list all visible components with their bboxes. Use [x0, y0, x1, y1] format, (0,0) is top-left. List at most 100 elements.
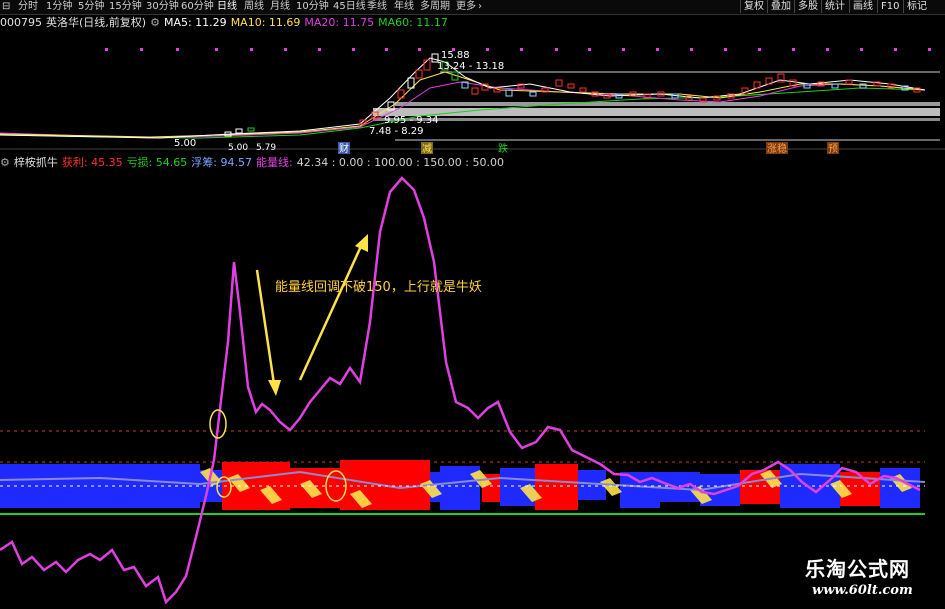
signal-dot — [588, 48, 591, 51]
tab-60min[interactable]: 60分钟 — [181, 0, 214, 13]
mid-price-label: 9.95 - 9.34 — [384, 115, 439, 126]
chevron-right-icon[interactable]: › — [478, 0, 482, 13]
tab-fenshi[interactable]: 分时 — [18, 0, 38, 13]
profit-value: 获利: 45.35 — [61, 156, 123, 169]
tab-multi-period[interactable]: 多周期 — [420, 0, 450, 13]
event-marker[interactable]: 减 — [422, 143, 432, 154]
signal-dot — [690, 48, 693, 51]
candle — [529, 91, 537, 97]
signal-dot — [656, 48, 659, 51]
low-price-label: 5.00 — [174, 138, 196, 149]
candle — [235, 128, 243, 134]
signal-dot — [176, 48, 179, 51]
float-value: 浮筹: 94.57 — [191, 156, 252, 169]
signal-dot — [622, 48, 625, 51]
tab-monthly[interactable]: 月线 — [270, 0, 290, 13]
loss-value: 亏损: 54.65 — [126, 156, 188, 169]
price-chart-panel: 15.88 13.24 - 13.18 9.95 - 9.34 7.48 - 8… — [0, 48, 945, 154]
candle — [471, 87, 479, 95]
energy-values: 42.34 : 0.00 : 100.00 : 150.00 : 50.00 — [296, 156, 504, 169]
multi-stock-button[interactable]: 多股 — [794, 0, 821, 13]
signal-dot — [894, 48, 897, 51]
signal-dot — [385, 48, 388, 51]
mark-button[interactable]: 标记 — [903, 0, 930, 13]
signal-dot — [520, 48, 523, 51]
signal-dot — [724, 48, 727, 51]
tab-10min[interactable]: 10分钟 — [296, 0, 329, 13]
signal-dot — [140, 48, 143, 51]
candle — [505, 89, 513, 97]
candle — [247, 127, 255, 132]
candle — [567, 83, 575, 89]
period-toolbar: ⊟ 分时 1分钟 5分钟 15分钟 30分钟 60分钟 日线 周线 月线 10分… — [0, 0, 945, 15]
low-price-label: 5.79 — [256, 143, 276, 153]
stock-code: 000795 — [0, 16, 42, 29]
event-marker[interactable]: 预 — [828, 143, 838, 154]
up-arrow-line — [298, 243, 364, 381]
candle — [555, 79, 563, 87]
indicator-settings-icon[interactable]: ⚙ — [0, 156, 10, 169]
ma5-value: MA5: 11.29 — [163, 16, 227, 29]
tab-15min[interactable]: 15分钟 — [109, 0, 142, 13]
indicator-name[interactable]: 梓桉抓牛 — [14, 156, 58, 169]
low-price-label: 5.00 — [228, 143, 248, 153]
chip-band — [373, 118, 940, 121]
signal-dot — [486, 48, 489, 51]
overlay-button[interactable]: 叠加 — [767, 0, 794, 13]
signal-dot — [758, 48, 761, 51]
low-range-label: 7.48 - 8.29 — [369, 126, 424, 137]
watermark-title: 乐淘公式网 — [805, 557, 910, 581]
statistics-button[interactable]: 统计 — [821, 0, 848, 13]
watermark-url: www.60lt.com — [812, 583, 913, 598]
settings-icon[interactable]: ⚙ — [150, 16, 160, 29]
fuquan-button[interactable]: 复权 — [740, 0, 767, 13]
arrow-head-icon — [268, 380, 281, 396]
candle — [415, 69, 423, 79]
tab-weekly[interactable]: 周线 — [244, 0, 264, 13]
high-price-label: 15.88 — [441, 50, 470, 61]
ma20-value: MA20: 11.75 — [304, 16, 375, 29]
ma10-value: MA10: 11.69 — [230, 16, 301, 29]
draw-line-button[interactable]: 画线 — [849, 0, 876, 13]
indicator-header: ⚙ 梓桉抓牛 获利: 45.35 亏损: 54.65 浮筹: 94.57 能量线: 42.3… — [0, 155, 945, 171]
event-marker[interactable]: 财 — [339, 142, 349, 154]
energy-label: 能量线: — [255, 156, 293, 169]
signal-dot — [860, 48, 863, 51]
indicator-panel: 能量线回调不破150，上行就是牛妖 — [0, 176, 926, 605]
signal-dot — [928, 48, 931, 51]
range-price-label: 13.24 - 13.18 — [437, 61, 504, 72]
energy-line — [0, 176, 921, 605]
signal-dot — [555, 48, 558, 51]
signal-dot — [215, 48, 218, 51]
annotation-text: 能量线回调不破150，上行就是牛妖 — [275, 280, 482, 295]
chip-band — [395, 102, 940, 106]
signal-dot — [284, 48, 287, 51]
signal-dot — [826, 48, 829, 51]
signal-dot — [250, 48, 253, 51]
f10-button[interactable]: F10 — [877, 0, 902, 13]
signal-dot — [318, 48, 321, 51]
tab-daily[interactable]: 日线 — [217, 0, 237, 13]
signal-dot — [418, 48, 421, 51]
tab-5min[interactable]: 5分钟 — [78, 0, 104, 13]
tab-45day[interactable]: 45日线 — [333, 0, 366, 13]
signal-dot — [792, 48, 795, 51]
arrow-head-icon — [355, 234, 368, 252]
event-marker[interactable]: 跌 — [498, 142, 508, 154]
stock-info-line: 000795 英洛华(日线,前复权) ⚙ MA5: 11.29 MA10: 11.69 M… — [0, 15, 945, 31]
event-marker[interactable]: 涨稳 — [767, 142, 787, 154]
tab-30min[interactable]: 30分钟 — [146, 0, 179, 13]
candle — [579, 87, 587, 93]
tab-more[interactable]: 更多 — [456, 0, 476, 13]
tab-quarterly[interactable]: 季线 — [367, 0, 387, 13]
tab-yearly[interactable]: 年线 — [394, 0, 414, 13]
collapse-icon[interactable]: ⊟ — [2, 0, 10, 13]
chip-band-segment — [620, 472, 660, 508]
signal-dot — [105, 48, 108, 51]
ma60-value: MA60: 11.17 — [378, 16, 448, 29]
candlestick-series — [224, 53, 921, 137]
tab-1min[interactable]: 1分钟 — [46, 0, 72, 13]
candle — [423, 59, 431, 71]
stock-name: 英洛华(日线,前复权) — [46, 16, 147, 29]
signal-dot — [352, 48, 355, 51]
